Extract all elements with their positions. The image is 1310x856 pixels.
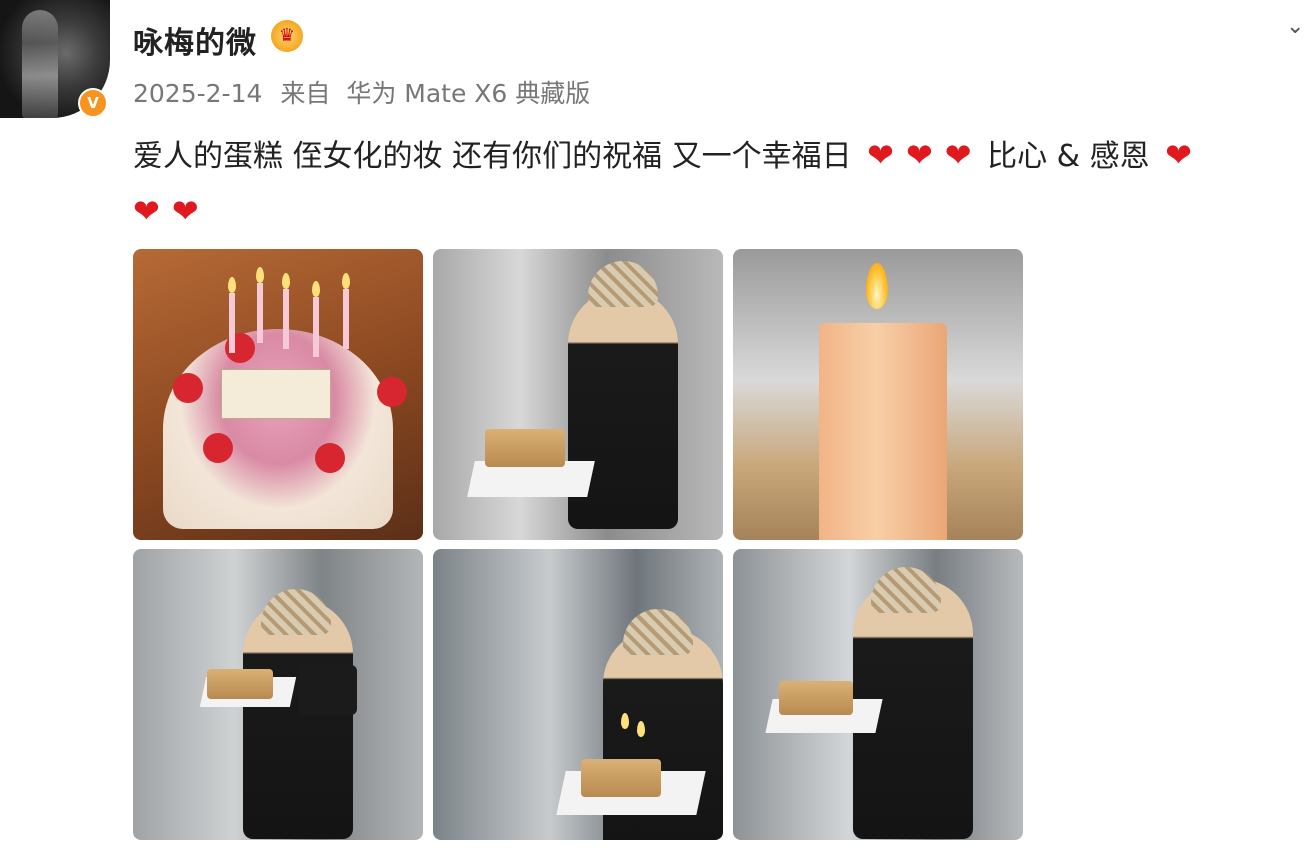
candle xyxy=(257,283,263,343)
headwrap xyxy=(871,567,941,613)
heart-icon: ❤ xyxy=(867,136,894,174)
cake-slice xyxy=(207,669,273,699)
candle xyxy=(313,297,319,357)
phone xyxy=(299,665,357,715)
strawberry xyxy=(203,433,233,463)
candle-flame xyxy=(637,721,645,737)
candle-flame xyxy=(312,281,320,297)
cake-slice xyxy=(581,759,661,797)
candle-flame xyxy=(621,713,629,729)
candle-flame xyxy=(866,263,888,309)
candle-flame xyxy=(228,277,236,293)
cake-slice xyxy=(485,429,565,467)
headwrap xyxy=(623,609,693,655)
person-figure xyxy=(243,599,353,839)
post-text-mid: 比心 & 感恩 xyxy=(987,139,1150,174)
heart-icon: ❤ xyxy=(133,192,160,230)
avatar-figure xyxy=(22,10,58,118)
cake-image xyxy=(163,329,393,529)
source-prefix: 来自 xyxy=(280,79,331,108)
candle-flame xyxy=(256,267,264,283)
photo-woman-with-cake-1[interactable] xyxy=(433,249,723,540)
post-text-main: 爱人的蛋糕 侄女化的妆 还有你们的祝福 又一个幸福日 xyxy=(133,139,852,174)
heart-icon: ❤ xyxy=(944,136,972,174)
photo-woman-with-cake-3[interactable] xyxy=(433,549,723,840)
post-text: 爱人的蛋糕 侄女化的妆 还有你们的祝福 又一个幸福日 ❤ ❤ ❤ 比心 & 感恩 ❤… xyxy=(133,128,1308,240)
candle-flame xyxy=(282,273,290,289)
strawberry xyxy=(315,443,345,473)
photo-woman-with-cake-2[interactable] xyxy=(133,549,423,840)
cake-plaque xyxy=(221,369,331,419)
strawberry xyxy=(377,377,407,407)
headwrap xyxy=(588,261,658,307)
heart-icon: ❤ xyxy=(1165,136,1192,174)
candle xyxy=(229,293,235,353)
candle xyxy=(819,323,947,540)
strawberry xyxy=(173,373,203,403)
post-date: 2025-2-14 xyxy=(133,79,263,108)
verified-badge-icon: V xyxy=(78,88,108,118)
candle-flame xyxy=(342,273,350,289)
cake-slice xyxy=(779,681,853,715)
device-source[interactable]: 华为 Mate X6 典藏版 xyxy=(346,79,590,108)
heart-icon: ❤ xyxy=(171,192,199,230)
chevron-down-icon[interactable]: ⌄ xyxy=(1286,14,1304,39)
candle xyxy=(343,289,349,349)
username[interactable]: 咏梅的微 xyxy=(133,18,257,62)
crown-icon: ♛ xyxy=(271,20,303,52)
photo-woman-with-cake-4[interactable] xyxy=(733,549,1023,840)
post-meta: 2025-2-14 来自 华为 Mate X6 典藏版 xyxy=(133,74,590,110)
photo-birthday-cake[interactable] xyxy=(133,249,423,540)
headwrap xyxy=(261,589,331,635)
photo-candle[interactable] xyxy=(733,249,1023,540)
candle xyxy=(283,289,289,349)
heart-icon: ❤ xyxy=(905,136,933,174)
